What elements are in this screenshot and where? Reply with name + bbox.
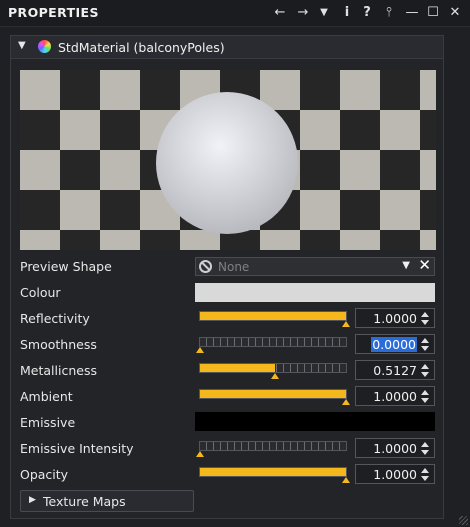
emissive-label: Emissive — [20, 415, 76, 430]
preview-shape-combo[interactable]: None ▼ ✕ — [195, 256, 435, 276]
metallicness-slider[interactable] — [199, 361, 347, 379]
material-title: StdMaterial (balconyPoles) — [58, 40, 225, 55]
none-icon — [199, 260, 212, 273]
emissive-intensity-spinbox[interactable]: 1.0000 — [355, 438, 435, 458]
forward-arrow-icon[interactable]: → — [293, 3, 313, 23]
ambient-slider[interactable] — [199, 387, 350, 405]
texture-maps-label: Texture Maps — [43, 494, 126, 509]
smoothness-label: Smoothness — [20, 337, 97, 352]
close-icon[interactable]: ✕ — [445, 3, 465, 23]
info-icon[interactable]: i — [337, 3, 357, 23]
opacity-spinbox[interactable]: 1.0000 — [355, 464, 435, 484]
spin-arrows-icon[interactable] — [421, 310, 431, 326]
slider-fill — [200, 364, 275, 372]
colour-swatch[interactable] — [195, 283, 435, 302]
preview-shape-value: None — [218, 260, 250, 274]
reflectivity-value[interactable]: 1.0000 — [373, 311, 417, 326]
material-header[interactable]: ▼ StdMaterial (balconyPoles) — [11, 36, 443, 59]
slider-fill — [200, 390, 346, 398]
chevron-down-icon[interactable]: ▼ — [402, 260, 410, 271]
colour-label: Colour — [20, 285, 61, 300]
slider-thumb[interactable] — [270, 373, 279, 379]
slider-thumb[interactable] — [342, 321, 350, 327]
ambient-value[interactable]: 1.0000 — [373, 389, 417, 404]
reflectivity-slider[interactable] — [199, 309, 350, 327]
pin-icon[interactable]: ⫯ — [379, 3, 399, 23]
clear-icon[interactable]: ✕ — [418, 256, 431, 274]
window-title: PROPERTIES — [8, 5, 99, 20]
metallicness-label: Metallicness — [20, 363, 97, 378]
properties-titlebar: PROPERTIES ← → ▼ i ? ⫯ — ☐ ✕ — [0, 0, 470, 27]
reflectivity-label: Reflectivity — [20, 311, 90, 326]
spin-arrows-icon[interactable] — [421, 336, 431, 352]
slider-thumb[interactable] — [196, 347, 204, 353]
emissive-intensity-slider[interactable] — [196, 439, 347, 457]
texture-maps-button[interactable]: ▶ Texture Maps — [20, 490, 194, 512]
material-panel: ▼ StdMaterial (balconyPoles) Preview Sha… — [10, 35, 444, 519]
resize-grip-icon[interactable] — [459, 516, 468, 525]
smoothness-spinbox[interactable]: 0.0000 — [355, 334, 435, 354]
preview-shape-label: Preview Shape — [20, 259, 112, 274]
smoothness-slider[interactable] — [196, 335, 347, 353]
help-icon[interactable]: ? — [357, 3, 377, 23]
material-preview[interactable] — [20, 70, 436, 250]
back-arrow-icon[interactable]: ← — [270, 3, 290, 23]
opacity-slider[interactable] — [199, 465, 350, 483]
slider-track — [199, 441, 347, 451]
slider-thumb[interactable] — [342, 399, 350, 405]
preview-sphere — [156, 92, 298, 234]
material-ball-icon — [38, 40, 51, 53]
maximize-icon[interactable]: ☐ — [423, 3, 443, 23]
slider-thumb[interactable] — [342, 477, 350, 483]
ambient-label: Ambient — [20, 389, 73, 404]
vertical-scrollbar[interactable] — [450, 35, 460, 517]
opacity-value[interactable]: 1.0000 — [373, 467, 417, 482]
opacity-label: Opacity — [20, 467, 69, 482]
menu-dropdown-icon[interactable]: ▼ — [314, 3, 334, 23]
ambient-spinbox[interactable]: 1.0000 — [355, 386, 435, 406]
smoothness-value[interactable]: 0.0000 — [371, 337, 417, 352]
emissive-intensity-label: Emissive Intensity — [20, 441, 134, 456]
metallicness-spinbox[interactable]: 0.5127 — [355, 360, 435, 380]
spin-arrows-icon[interactable] — [421, 362, 431, 378]
minimize-icon[interactable]: — — [402, 3, 422, 23]
slider-track — [199, 337, 347, 347]
slider-thumb[interactable] — [196, 451, 204, 457]
expand-triangle-icon: ▶ — [29, 495, 36, 505]
spin-arrows-icon[interactable] — [421, 440, 431, 456]
spin-arrows-icon[interactable] — [421, 466, 431, 482]
spin-arrows-icon[interactable] — [421, 388, 431, 404]
collapse-triangle-icon[interactable]: ▼ — [18, 40, 26, 51]
slider-fill — [200, 468, 346, 476]
emissive-intensity-value[interactable]: 1.0000 — [373, 441, 417, 456]
reflectivity-spinbox[interactable]: 1.0000 — [355, 308, 435, 328]
metallicness-value[interactable]: 0.5127 — [373, 363, 417, 378]
emissive-swatch[interactable] — [195, 412, 435, 431]
slider-fill — [200, 312, 346, 320]
